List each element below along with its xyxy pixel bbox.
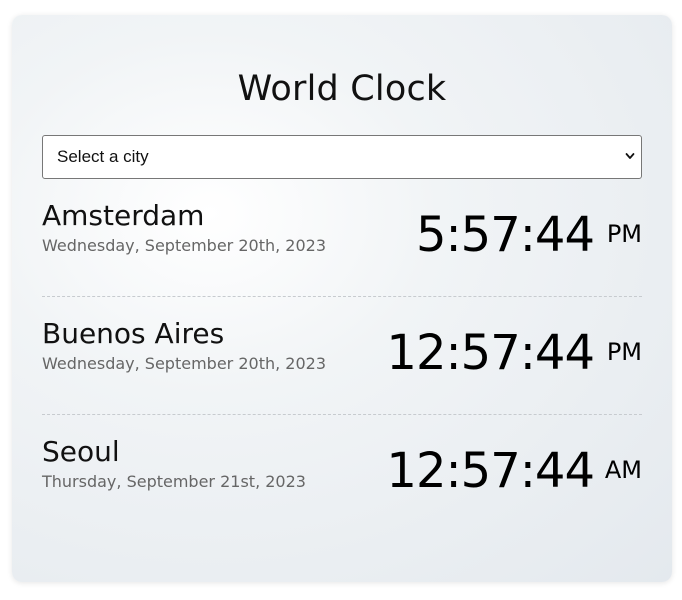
world-clock-card: World Clock Select a city Amsterdam Wedn…: [12, 15, 672, 582]
clock-row-seoul: Seoul Thursday, September 21st, 2023 12:…: [42, 415, 642, 533]
city-period: PM: [606, 220, 642, 248]
city-time: 12:57:44: [386, 443, 595, 499]
clock-row-buenos-aires: Buenos Aires Wednesday, September 20th, …: [42, 297, 642, 415]
city-select[interactable]: Select a city: [42, 135, 642, 179]
city-time: 12:57:44: [386, 325, 595, 381]
city-date: Wednesday, September 20th, 2023: [42, 236, 326, 255]
city-time: 5:57:44: [415, 207, 595, 263]
clock-row-amsterdam: Amsterdam Wednesday, September 20th, 202…: [42, 179, 642, 297]
city-select-value: Select a city: [57, 147, 149, 166]
city-period: AM: [604, 456, 642, 484]
city-period: PM: [606, 338, 642, 366]
city-name: Seoul: [42, 435, 120, 468]
city-name: Amsterdam: [42, 199, 205, 232]
chevron-down-icon: [625, 153, 635, 159]
city-date: Thursday, September 21st, 2023: [42, 472, 306, 491]
city-name: Buenos Aires: [42, 317, 225, 350]
city-date: Wednesday, September 20th, 2023: [42, 354, 326, 373]
page-title: World Clock: [237, 69, 447, 109]
